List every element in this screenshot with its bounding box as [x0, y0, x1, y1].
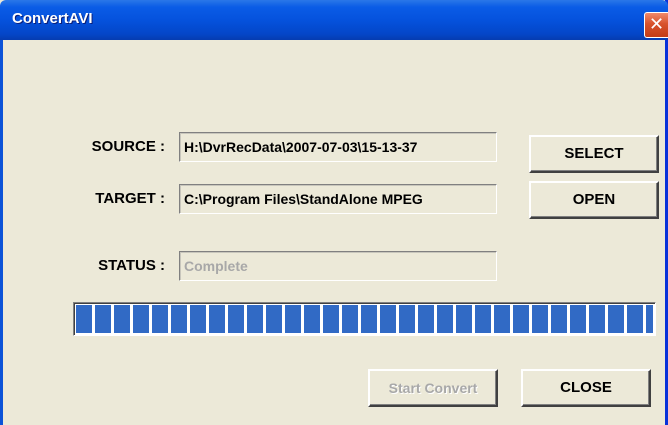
close-icon[interactable]: ✕	[644, 12, 668, 38]
status-field: Complete	[179, 251, 497, 281]
window-title: ConvertAVI	[12, 10, 93, 27]
select-button[interactable]: SELECT	[529, 135, 659, 173]
dialog-body: SOURCE : H:\DvrRecData\2007-07-03\15-13-…	[0, 40, 665, 425]
convertavi-window: ConvertAVI ✕ SOURCE : H:\DvrRecData\2007…	[0, 0, 668, 425]
source-path-field[interactable]: H:\DvrRecData\2007-07-03\15-13-37	[179, 132, 497, 162]
open-button[interactable]: OPEN	[529, 181, 659, 219]
target-path-field[interactable]: C:\Program Files\StandAlone MPEG	[179, 184, 497, 214]
close-button[interactable]: CLOSE	[521, 369, 651, 407]
progress-fill	[76, 305, 653, 333]
title-bar[interactable]: ConvertAVI ✕	[0, 0, 668, 40]
source-label: SOURCE :	[91, 138, 165, 155]
conversion-progress-bar	[73, 302, 656, 336]
start-convert-button[interactable]: Start Convert	[368, 369, 498, 407]
status-label: STATUS :	[98, 257, 165, 274]
target-label: TARGET :	[95, 190, 165, 207]
